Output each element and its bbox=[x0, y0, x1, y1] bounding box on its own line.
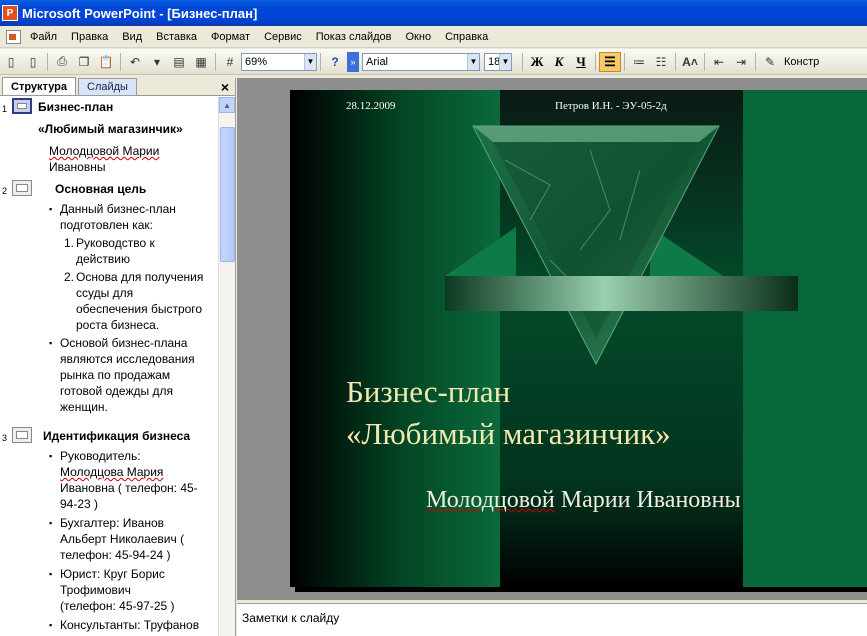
slide-date[interactable]: 28.12.2009 bbox=[346, 100, 396, 112]
slide-number: 3 bbox=[2, 433, 8, 443]
notes-pane[interactable]: Заметки к слайду bbox=[237, 603, 867, 636]
font-select[interactable]: Arial ▼ bbox=[362, 52, 480, 71]
copy-icon[interactable]: ❐ bbox=[74, 52, 94, 72]
tab-outline[interactable]: Структура bbox=[2, 77, 76, 95]
menu-bar: Файл Правка Вид Вставка Формат Сервис По… bbox=[0, 26, 867, 48]
slide[interactable]: 28.12.2009 Петров И.Н. - ЭУ-05-2д Бизнес… bbox=[290, 90, 867, 587]
menu-insert[interactable]: Вставка bbox=[150, 31, 205, 43]
outline-title-line: «Любимый магазинчик» bbox=[38, 122, 183, 136]
outline-bullet: Консультанты: Труфанов bbox=[0, 617, 218, 633]
toolbar-separator bbox=[120, 52, 121, 71]
slide-number: 1 bbox=[2, 104, 8, 114]
toolbar-options-icon[interactable]: » bbox=[347, 51, 359, 72]
tab-slides[interactable]: Слайды bbox=[78, 78, 137, 95]
toolbar-separator bbox=[704, 52, 705, 71]
outline-numbered-item: 2. Основа для получения ссуды для обеспе… bbox=[64, 270, 204, 332]
outline-bullet: Юрист: Круг Борис Трофимович (телефон: 4… bbox=[0, 566, 218, 614]
show-grid-icon[interactable]: # bbox=[220, 52, 240, 72]
increase-indent-icon[interactable]: ⇥ bbox=[731, 52, 751, 72]
toolbar-separator bbox=[755, 52, 756, 71]
document-icon[interactable] bbox=[2, 28, 24, 46]
pane-tabs: Структура Слайды × bbox=[0, 77, 235, 96]
outline-subtitle-line: Ивановны bbox=[49, 160, 106, 174]
slide-design-icon[interactable]: ✎ bbox=[760, 52, 780, 72]
chevron-down-icon[interactable]: ▼ bbox=[499, 53, 511, 70]
powerpoint-app-icon[interactable]: P bbox=[2, 5, 18, 21]
slide-icon[interactable] bbox=[12, 98, 32, 114]
menu-view[interactable]: Вид bbox=[116, 31, 150, 43]
outline-subtitle-line: Молодцовой Марии bbox=[49, 144, 160, 158]
menu-file[interactable]: Файл bbox=[24, 31, 65, 43]
slide-design-button[interactable]: Констр bbox=[784, 56, 819, 68]
outline-bullet: Бухгалтер: Иванов Альберт Николаевич ( т… bbox=[0, 515, 218, 563]
slide-icon[interactable] bbox=[12, 180, 32, 196]
outline-numbered-item: 1. Руководство к действию bbox=[64, 236, 155, 266]
outline-scrollbar[interactable]: ▲ bbox=[218, 97, 235, 636]
numbered-list-icon[interactable]: ≔ bbox=[629, 52, 649, 72]
toolbar-separator bbox=[47, 52, 48, 71]
outline-bullet: Основой бизнес-плана являются исследован… bbox=[0, 335, 218, 415]
scroll-up-icon[interactable]: ▲ bbox=[219, 97, 235, 113]
menu-tools[interactable]: Сервис bbox=[258, 31, 310, 43]
menu-edit[interactable]: Правка bbox=[65, 31, 116, 43]
font-value: Arial bbox=[366, 55, 389, 68]
toolbar-separator bbox=[215, 52, 216, 71]
chevron-down-icon[interactable]: ▼ bbox=[304, 53, 316, 70]
outline-pane: Структура Слайды × 1 Бизнес-план «Любимы… bbox=[0, 77, 236, 636]
slide-icon[interactable] bbox=[12, 427, 32, 443]
slide-title[interactable]: Бизнес-план «Любимый магазинчик» bbox=[346, 371, 671, 455]
menu-format[interactable]: Формат bbox=[205, 31, 258, 43]
zoom-select[interactable]: 69% ▼ bbox=[241, 52, 317, 71]
insert-table-icon[interactable]: ▦ bbox=[191, 52, 211, 72]
align-left-button[interactable]: ☰ bbox=[599, 51, 621, 72]
outline-slide-3[interactable]: 3 Идентификация бизнеса Руководитель: Мо… bbox=[0, 426, 218, 633]
close-icon[interactable]: × bbox=[221, 79, 229, 95]
undo-dropdown-icon[interactable]: ▾ bbox=[147, 52, 167, 72]
toolbar-separator bbox=[522, 52, 523, 71]
font-size-select[interactable]: 18 ▼ bbox=[484, 52, 512, 71]
window-title: Microsoft PowerPoint - [Бизнес-план] bbox=[22, 5, 258, 21]
slide-subtitle[interactable]: Молодцовой Марии Ивановны bbox=[426, 487, 741, 514]
zoom-value: 69% bbox=[245, 55, 268, 68]
slide-number: 2 bbox=[2, 186, 8, 196]
toolbar-separator bbox=[595, 52, 596, 71]
scrollbar-thumb[interactable] bbox=[220, 127, 235, 262]
toolbar: ▯ ▯ ⎙ ❐ 📋 ↶ ▾ ▤ ▦ # 69% ▼ ? » Arial ▼ 18… bbox=[0, 49, 867, 75]
chevron-down-icon[interactable]: ▼ bbox=[467, 53, 479, 70]
outline-content[interactable]: 1 Бизнес-план «Любимый магазинчик» Молод… bbox=[0, 97, 218, 636]
paste-icon[interactable]: 📋 bbox=[96, 52, 116, 72]
decrease-indent-icon[interactable]: ⇤ bbox=[709, 52, 729, 72]
slide-footer[interactable]: Петров И.Н. - ЭУ-05-2д bbox=[555, 100, 667, 112]
outline-bullet: Данный бизнес-план подготовлен как: bbox=[0, 201, 218, 233]
outline-slide-title: Бизнес-план bbox=[38, 100, 114, 114]
outline-slide-2[interactable]: 2 Основная цель Данный бизнес-план подго… bbox=[0, 179, 218, 426]
toolbar-separator bbox=[320, 52, 321, 71]
bold-button[interactable]: Ж bbox=[526, 52, 548, 72]
undo-icon[interactable]: ↶ bbox=[125, 52, 145, 72]
menu-help[interactable]: Справка bbox=[439, 31, 496, 43]
insert-chart-icon[interactable]: ▤ bbox=[169, 52, 189, 72]
title-bar: P Microsoft PowerPoint - [Бизнес-план] bbox=[0, 0, 867, 26]
outline-slide-1[interactable]: 1 Бизнес-план «Любимый магазинчик» Молод… bbox=[0, 97, 218, 179]
outline-bullet: Руководитель: Молодцова Мария Ивановна (… bbox=[0, 448, 218, 512]
italic-button[interactable]: К bbox=[548, 52, 570, 72]
menu-window[interactable]: Окно bbox=[400, 31, 440, 43]
menu-slide-show[interactable]: Показ слайдов bbox=[310, 31, 400, 43]
outline-slide-title: Основная цель bbox=[55, 182, 147, 196]
outline-slide-title: Идентификация бизнеса bbox=[43, 429, 191, 443]
bulleted-list-icon[interactable]: ☷ bbox=[651, 52, 671, 72]
help-icon[interactable]: ? bbox=[325, 52, 345, 72]
toolbar-separator bbox=[675, 52, 676, 71]
increase-font-size-icon[interactable]: A˄ bbox=[680, 52, 700, 72]
new-from-template-icon[interactable]: ▯ bbox=[23, 52, 43, 72]
notes-placeholder: Заметки к слайду bbox=[242, 611, 340, 625]
toolbar-separator bbox=[624, 52, 625, 71]
slide-editing-area[interactable]: 28.12.2009 Петров И.Н. - ЭУ-05-2д Бизнес… bbox=[237, 78, 867, 600]
underline-button[interactable]: Ч bbox=[570, 52, 592, 72]
new-document-icon[interactable]: ▯ bbox=[1, 52, 21, 72]
print-icon[interactable]: ⎙ bbox=[52, 52, 72, 72]
